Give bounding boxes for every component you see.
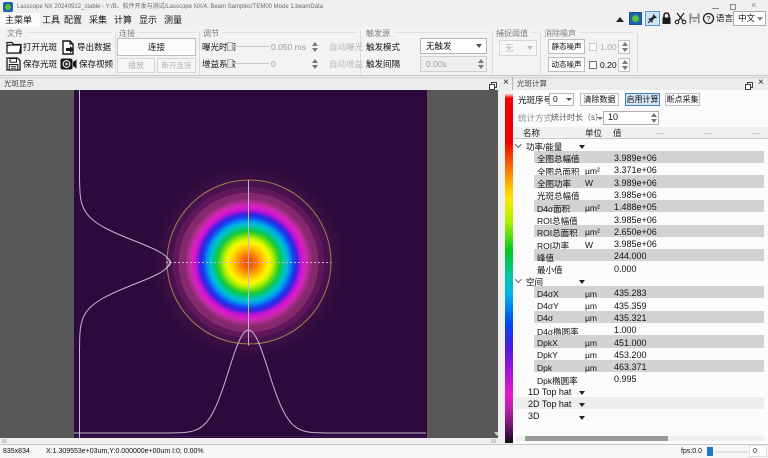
- svg-text:?: ?: [706, 14, 710, 23]
